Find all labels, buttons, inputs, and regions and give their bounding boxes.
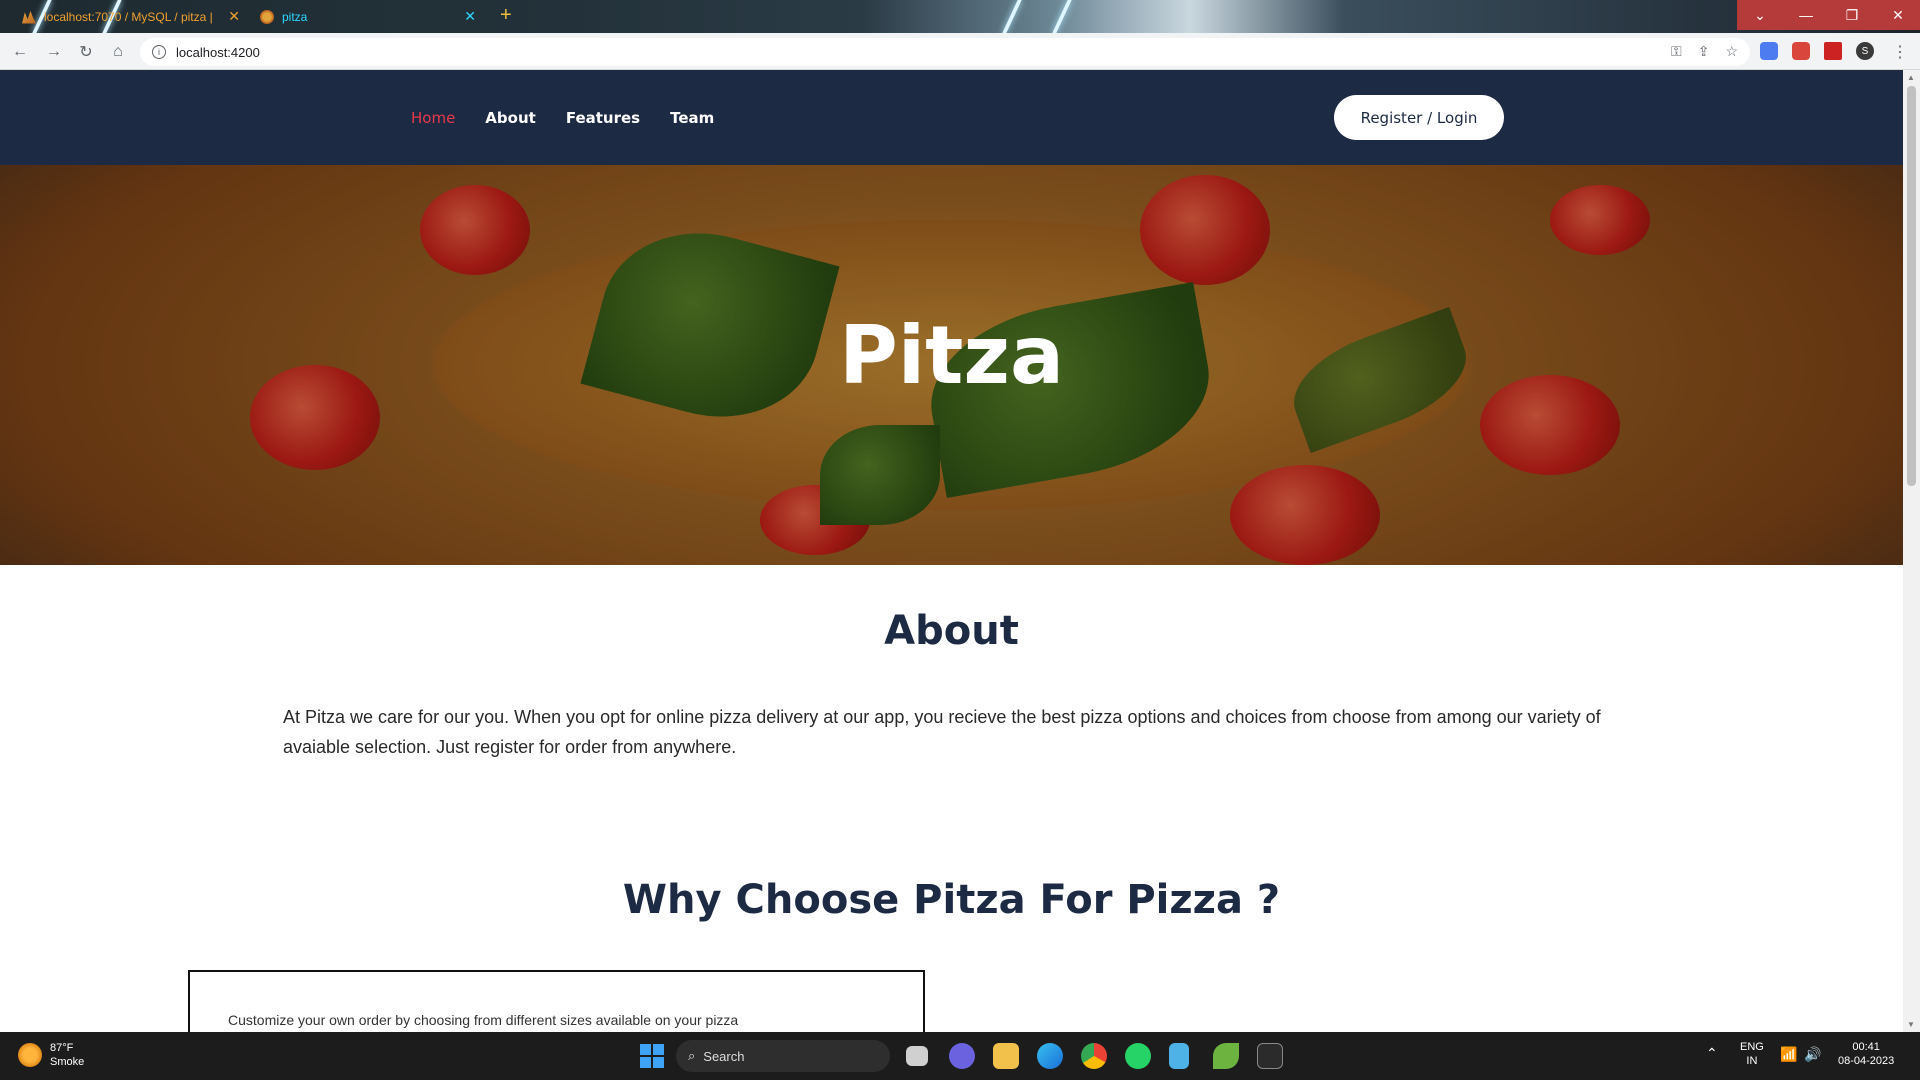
- scroll-up-arrow-icon[interactable]: ▲: [1907, 73, 1915, 82]
- about-paragraph: At Pitza we care for our you. When you o…: [283, 707, 1601, 757]
- chrome-browser-icon[interactable]: [1081, 1043, 1107, 1069]
- share-icon[interactable]: ⇪: [1698, 43, 1710, 60]
- about-heading: About: [884, 608, 1019, 654]
- wallpaper-lightning: [1002, 0, 1022, 33]
- weather-sun-icon: [18, 1043, 42, 1067]
- file-explorer-icon[interactable]: [993, 1043, 1019, 1069]
- volume-icon[interactable]: 🔊: [1804, 1047, 1821, 1061]
- restore-button[interactable]: ❐: [1829, 0, 1875, 30]
- notepad-icon[interactable]: [1169, 1043, 1189, 1069]
- pizza-favicon-icon: [260, 9, 274, 24]
- forward-arrow-icon[interactable]: →: [44, 42, 64, 62]
- back-arrow-icon[interactable]: ←: [10, 42, 30, 62]
- tab-search-button[interactable]: ⌄: [1737, 0, 1783, 30]
- scrollbar-thumb[interactable]: [1907, 86, 1916, 486]
- taskbar-search[interactable]: ⌕ Search: [676, 1040, 890, 1072]
- profile-avatar[interactable]: S: [1856, 42, 1874, 60]
- edge-browser-icon[interactable]: [1037, 1043, 1063, 1069]
- feature-card: Customize your own order by choosing fro…: [188, 970, 925, 1032]
- browser-tabstrip: localhost:7070 / MySQL / pitza | ✕ pitza…: [0, 0, 1920, 33]
- language-code: ENG: [1740, 1041, 1764, 1053]
- nav-link-home[interactable]: Home: [411, 109, 455, 127]
- close-window-button[interactable]: ✕: [1875, 0, 1920, 30]
- region-code: IN: [1746, 1055, 1758, 1067]
- nav-link-team[interactable]: Team: [670, 109, 714, 127]
- feature-card-text: Customize your own order by choosing fro…: [228, 1012, 739, 1028]
- new-tab-button[interactable]: +: [500, 4, 512, 27]
- windows-taskbar: 87°F Smoke ⌕ Search ⌃ ENG IN 📶 🔊 00:41 0…: [0, 1032, 1920, 1080]
- minimize-button[interactable]: —: [1783, 0, 1829, 30]
- windows-start-icon[interactable]: [640, 1044, 664, 1068]
- address-bar[interactable]: i localhost:4200 ⚿ ⇪ ☆: [140, 38, 1750, 66]
- nav-link-features[interactable]: Features: [566, 109, 640, 127]
- close-icon[interactable]: ✕: [228, 8, 240, 25]
- wifi-icon[interactable]: 📶: [1780, 1047, 1797, 1061]
- weather-condition: Smoke: [50, 1056, 85, 1068]
- page-viewport: Home About Features Team Register / Logi…: [0, 70, 1903, 1032]
- site-info-icon[interactable]: i: [152, 45, 166, 59]
- tray-overflow-chevron-icon[interactable]: ⌃: [1706, 1046, 1718, 1060]
- extension-shield-icon[interactable]: [1760, 42, 1778, 60]
- extensions-puzzle-icon[interactable]: [1792, 42, 1810, 60]
- search-label: Search: [703, 1048, 745, 1064]
- nav-link-about[interactable]: About: [485, 109, 536, 127]
- register-login-button[interactable]: Register / Login: [1334, 95, 1504, 140]
- clock-time: 00:41: [1852, 1041, 1880, 1053]
- clock[interactable]: 00:41 08-04-2023: [1838, 1040, 1894, 1068]
- menu-kebab-icon[interactable]: ⋮: [1890, 42, 1910, 62]
- hero-title: Pitza: [839, 308, 1064, 402]
- teams-chat-icon[interactable]: [949, 1043, 975, 1069]
- side-panel-icon[interactable]: [1824, 42, 1842, 60]
- bookmark-star-icon[interactable]: ☆: [1725, 43, 1738, 60]
- nav-links: Home About Features Team: [411, 70, 714, 165]
- tab-title: localhost:7070 / MySQL / pitza |: [44, 9, 213, 24]
- key-icon[interactable]: ⚿: [1671, 43, 1682, 60]
- search-icon: ⌕: [688, 1048, 696, 1063]
- tab-title: pitza: [282, 9, 308, 24]
- close-icon[interactable]: ✕: [464, 8, 480, 25]
- hero-banner: Pitza: [0, 165, 1903, 565]
- why-choose-heading: Why Choose Pitza For Pizza ?: [622, 877, 1281, 923]
- page-scrollbar[interactable]: ▲ ▼: [1903, 70, 1920, 1032]
- tab-pitza[interactable]: pitza ✕: [250, 0, 490, 33]
- home-icon[interactable]: ⌂: [108, 42, 128, 62]
- task-view-icon[interactable]: [906, 1046, 928, 1066]
- tab-mysql[interactable]: localhost:7070 / MySQL / pitza | ✕: [12, 0, 250, 33]
- spring-tool-icon[interactable]: [1213, 1043, 1239, 1069]
- mysql-favicon-icon: [22, 10, 36, 24]
- whatsapp-icon[interactable]: [1125, 1043, 1151, 1069]
- language-indicator[interactable]: ENG IN: [1740, 1040, 1764, 1068]
- wallpaper-lightning: [1052, 0, 1072, 33]
- clock-date: 08-04-2023: [1838, 1055, 1895, 1067]
- url-text: localhost:4200: [176, 44, 260, 60]
- scroll-down-arrow-icon[interactable]: ▼: [1907, 1020, 1915, 1029]
- terminal-icon[interactable]: [1257, 1043, 1283, 1069]
- reload-icon[interactable]: ↻: [76, 42, 96, 62]
- site-navbar: Home About Features Team Register / Logi…: [0, 70, 1903, 165]
- weather-temp: 87°F: [50, 1042, 74, 1054]
- browser-toolbar: ← → ↻ ⌂ i localhost:4200 ⚿ ⇪ ☆ S ⋮: [0, 33, 1920, 70]
- weather-widget[interactable]: 87°F Smoke: [18, 1041, 84, 1069]
